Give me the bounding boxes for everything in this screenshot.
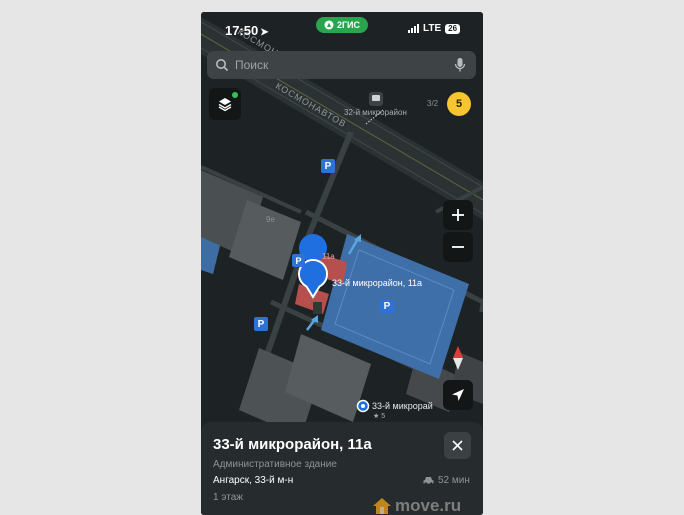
layers-active-dot: [232, 92, 238, 98]
app-name: 2ГИС: [336, 20, 361, 30]
place-title: 33-й микрорайон, 11а: [213, 436, 372, 453]
close-button[interactable]: [444, 432, 471, 459]
place-category: Административное здание: [213, 459, 337, 470]
status-indicators: LTE 26: [408, 23, 461, 34]
watermark: move.ru: [373, 496, 461, 515]
watermark-text: move.ru: [395, 496, 462, 515]
navigation-arrow-icon: [452, 389, 464, 401]
compass-icon: [453, 346, 463, 370]
microphone-icon[interactable]: [454, 57, 466, 73]
status-time-text: 17:50: [225, 23, 259, 38]
status-time: 17:50 ➤: [225, 23, 269, 38]
house-logo-icon: [373, 498, 391, 514]
search-icon: [216, 59, 229, 72]
poi-label[interactable]: 33-й микрорай: [372, 401, 433, 411]
travel-time-text: 52 мин: [438, 475, 470, 486]
layers-icon: [218, 98, 232, 112]
parking-icon[interactable]: P: [292, 254, 305, 267]
place-address: Ангарск, 33-й м-н: [213, 475, 294, 486]
compass-button[interactable]: [449, 345, 467, 371]
location-arrow-icon: ➤: [260, 27, 269, 38]
selected-building-label: 33-й микрорайон, 11а: [332, 278, 423, 288]
house-number-3-2: 3/2: [427, 99, 439, 108]
close-icon: [452, 440, 463, 451]
plus-icon: [452, 209, 464, 221]
transit-stop-label: 32-й микрорайон: [344, 108, 407, 117]
house-number-11a: 11а: [322, 252, 335, 261]
search-input[interactable]: [233, 57, 447, 73]
app-badge[interactable]: 2ГИС: [316, 17, 368, 33]
traffic-score-badge[interactable]: 5: [447, 92, 471, 116]
parking-icon[interactable]: P: [254, 317, 268, 331]
travel-time[interactable]: 52 мин: [423, 475, 470, 486]
zoom-out-button[interactable]: [443, 232, 473, 262]
search-bar[interactable]: [207, 51, 476, 79]
minus-icon: [452, 246, 464, 248]
2gis-logo-icon: [324, 20, 334, 30]
place-floor: 1 этаж: [213, 492, 243, 503]
car-icon: [423, 477, 434, 485]
my-location-button[interactable]: [443, 380, 473, 410]
zoom-in-button[interactable]: [443, 200, 473, 230]
house-number-9e: 9е: [266, 215, 275, 224]
phone-screen: КОСМОНАВТОВ КОСМОНАВТОВ 32-й микрорайон …: [201, 12, 483, 515]
signal-icon: [408, 24, 419, 33]
battery-icon: 26: [445, 23, 461, 34]
parking-icon[interactable]: P: [380, 299, 394, 313]
parking-icon[interactable]: P: [321, 159, 335, 173]
poi-rating: ★ 5: [373, 413, 386, 420]
network-type: LTE: [423, 23, 442, 34]
